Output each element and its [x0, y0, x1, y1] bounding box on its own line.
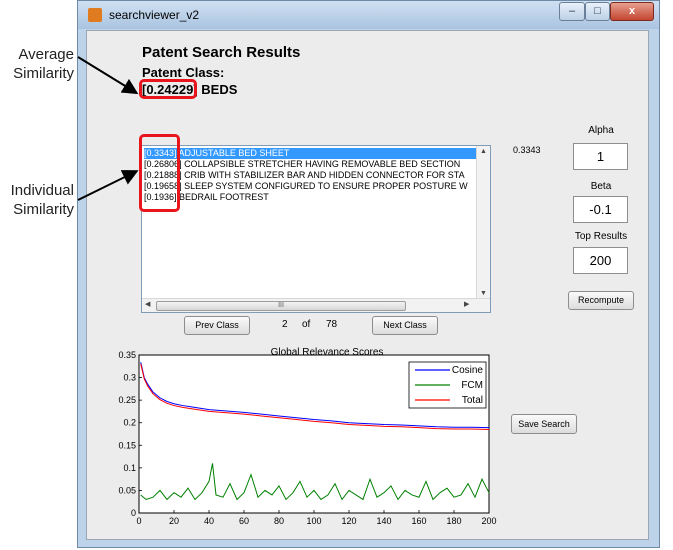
item-title: SLEEP SYSTEM CONFIGURED TO ENSURE PROPER…	[184, 181, 468, 191]
relevance-chart: 0 20 40 60 80 100 120 140 160 180 200 0 0.05 0.1 0.15 0…	[118, 350, 496, 526]
scroll-thumb[interactable]: III	[156, 301, 406, 311]
prev-class-button[interactable]: Prev Class	[184, 316, 250, 335]
results-listbox[interactable]: [0.3343] ADJUSTABLE BED SHEET [0.26806] …	[141, 145, 491, 313]
legend-total-label: Total	[462, 395, 483, 406]
x-tick-label: 180	[446, 516, 461, 526]
total-class-count: 78	[326, 319, 338, 330]
beta-input[interactable]: -0.1	[573, 196, 628, 223]
x-tick-label: 160	[411, 516, 426, 526]
window-title: searchviewer_v2	[109, 8, 200, 22]
recompute-button[interactable]: Recompute	[568, 291, 634, 310]
list-item[interactable]: [0.3343] ADJUSTABLE BED SHEET	[144, 148, 476, 159]
top-results-input[interactable]: 200	[573, 247, 628, 274]
x-tick-label: 120	[341, 516, 356, 526]
minimize-button[interactable]: –	[559, 2, 585, 21]
beta-label: Beta	[590, 181, 612, 192]
y-tick-label: 0.35	[118, 350, 136, 360]
horizontal-scrollbar[interactable]: ◀ III ▶	[142, 298, 490, 312]
x-tick-label: 80	[274, 516, 284, 526]
next-class-button[interactable]: Next Class	[372, 316, 438, 335]
title-bar: searchviewer_v2 – □ x	[78, 1, 659, 29]
close-button[interactable]: x	[610, 2, 654, 21]
average-similarity-highlight	[139, 79, 197, 99]
y-tick-label: 0.3	[123, 373, 136, 383]
selected-score-readout: 0.3343	[513, 145, 541, 155]
item-title: ADJUSTABLE BED SHEET	[178, 148, 290, 158]
individual-similarity-highlight	[139, 134, 180, 212]
x-tick-label: 20	[169, 516, 179, 526]
alpha-input[interactable]: 1	[573, 143, 628, 170]
item-title: COLLAPSIBLE STRETCHER HAVING REMOVABLE B…	[184, 159, 461, 169]
annotation-line: Average	[18, 46, 74, 63]
legend-cosine-label: Cosine	[452, 365, 484, 376]
item-title: CRIB WITH STABILIZER BAR AND HIDDEN CONN…	[184, 170, 465, 180]
annotation-line: Similarity	[13, 65, 74, 82]
scroll-up-icon[interactable]: ▲	[480, 148, 487, 156]
x-tick-label: 0	[136, 516, 141, 526]
annotation-line: Individual	[10, 182, 74, 199]
class-name: BEDS	[201, 82, 238, 97]
x-tick-label: 100	[306, 516, 321, 526]
app-window: searchviewer_v2 – □ x Patent Search Resu…	[77, 0, 660, 548]
individual-similarity-annotation: Individual Similarity	[0, 181, 74, 219]
average-similarity-annotation: Average Similarity	[0, 45, 74, 83]
chart-legend: Cosine FCM Total	[408, 361, 487, 409]
scroll-right-icon[interactable]: ▶	[464, 301, 469, 309]
y-tick-label: 0	[131, 508, 136, 518]
item-title: BEDRAIL FOOTREST	[179, 192, 269, 202]
scroll-down-icon[interactable]: ▼	[480, 290, 487, 298]
x-tick-label: 140	[376, 516, 391, 526]
list-item[interactable]: [0.19658] SLEEP SYSTEM CONFIGURED TO ENS…	[144, 181, 468, 192]
vertical-scrollbar[interactable]: ▲ ▼	[476, 146, 490, 300]
annotation-line: Similarity	[13, 201, 74, 218]
x-tick-label: 60	[239, 516, 249, 526]
list-item[interactable]: [0.21888] CRIB WITH STABILIZER BAR AND H…	[144, 170, 465, 181]
of-label: of	[302, 319, 311, 330]
x-tick-label: 200	[481, 516, 496, 526]
patent-class-label: Patent Class:	[142, 65, 225, 80]
y-tick-label: 0.15	[118, 440, 136, 450]
legend-fcm-label: FCM	[461, 380, 483, 391]
matlab-logo-icon	[88, 8, 102, 22]
y-tick-label: 0.25	[118, 395, 136, 405]
maximize-button[interactable]: □	[585, 2, 610, 21]
y-tick-label: 0.2	[123, 418, 136, 428]
page-title: Patent Search Results	[142, 44, 301, 61]
current-class-number: 2	[282, 319, 288, 330]
alpha-label: Alpha	[588, 125, 614, 136]
scroll-left-icon[interactable]: ◀	[145, 301, 150, 309]
y-tick-label: 0.1	[123, 463, 136, 473]
figure-panel: Patent Search Results Patent Class: [0.2…	[86, 30, 649, 540]
y-tick-label: 0.05	[118, 485, 136, 495]
list-item[interactable]: [0.26806] COLLAPSIBLE STRETCHER HAVING R…	[144, 159, 460, 170]
top-results-label: Top Results	[574, 231, 628, 242]
x-tick-label: 40	[204, 516, 214, 526]
